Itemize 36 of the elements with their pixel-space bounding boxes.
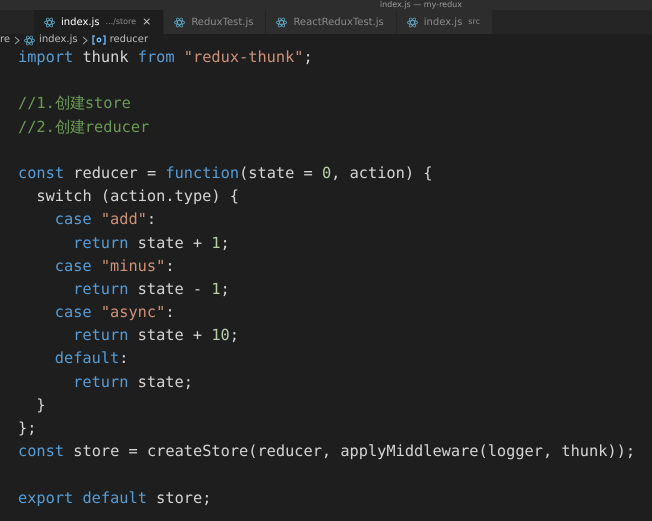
react-icon [24,34,36,46]
editor-tab[interactable]: ReactReduxTest.js [266,10,397,34]
code-line: //1.创建store [18,94,131,112]
code-line: case "async": [54,303,175,322]
code-line: return state + 10; [73,326,239,344]
chevron-icon [14,36,20,44]
breadcrumb-item[interactable]: re [0,34,10,46]
code-line: switch (action.type) { [36,187,239,206]
variable-icon [92,35,106,45]
react-icon [406,16,418,28]
code-line: const store = createStore(reducer, applyMiddleware(logger, thunk)); [18,442,636,460]
tab-path: src [468,16,480,28]
code-line: const reducer = function(state = 0, action) { [18,164,432,182]
code-line: }; [18,419,36,437]
editor-tab[interactable]: ReduxTest.js [164,10,266,34]
code-line: import thunk from "redux-thunk"; [18,48,313,66]
tab-path: .../store [106,16,136,28]
code-line: return state; [73,372,193,391]
close-icon[interactable]: × [142,16,152,28]
breadcrumb-item[interactable]: index.js [39,34,78,46]
code-line: default: [54,349,128,368]
breadcrumb-item[interactable]: reducer [110,34,148,46]
editor-tab[interactable]: index.js .../store × [34,10,164,34]
code-line: return state - 1; [73,280,230,298]
window-title: index.js — my-redux [380,0,462,10]
code-line: case "add": [54,210,156,228]
code-line: export default store; [18,488,212,507]
react-icon [174,16,186,28]
react-icon [276,16,288,28]
code-line: } [36,396,46,414]
code-line: case "minus": [54,256,175,275]
code-line: //2.创建reducer [18,118,150,136]
code-line: return state + 1; [73,234,230,252]
editor-tab[interactable]: index.js src [396,10,493,34]
chevron-icon [82,36,88,44]
react-icon [44,16,55,28]
